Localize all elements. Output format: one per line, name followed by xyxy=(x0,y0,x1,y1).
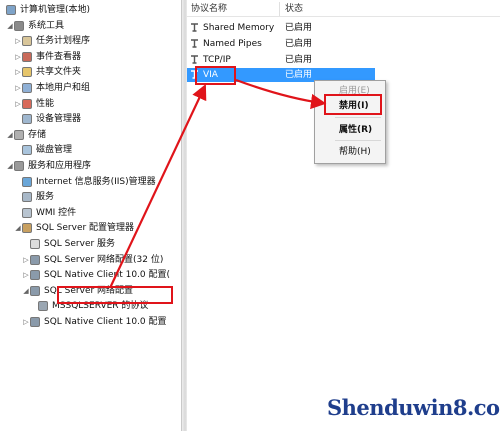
arrow-right xyxy=(235,78,327,110)
arrow-up xyxy=(109,84,207,289)
annotation-arrows xyxy=(109,78,327,289)
watermark-text: Shenduwin8.com xyxy=(327,395,500,420)
